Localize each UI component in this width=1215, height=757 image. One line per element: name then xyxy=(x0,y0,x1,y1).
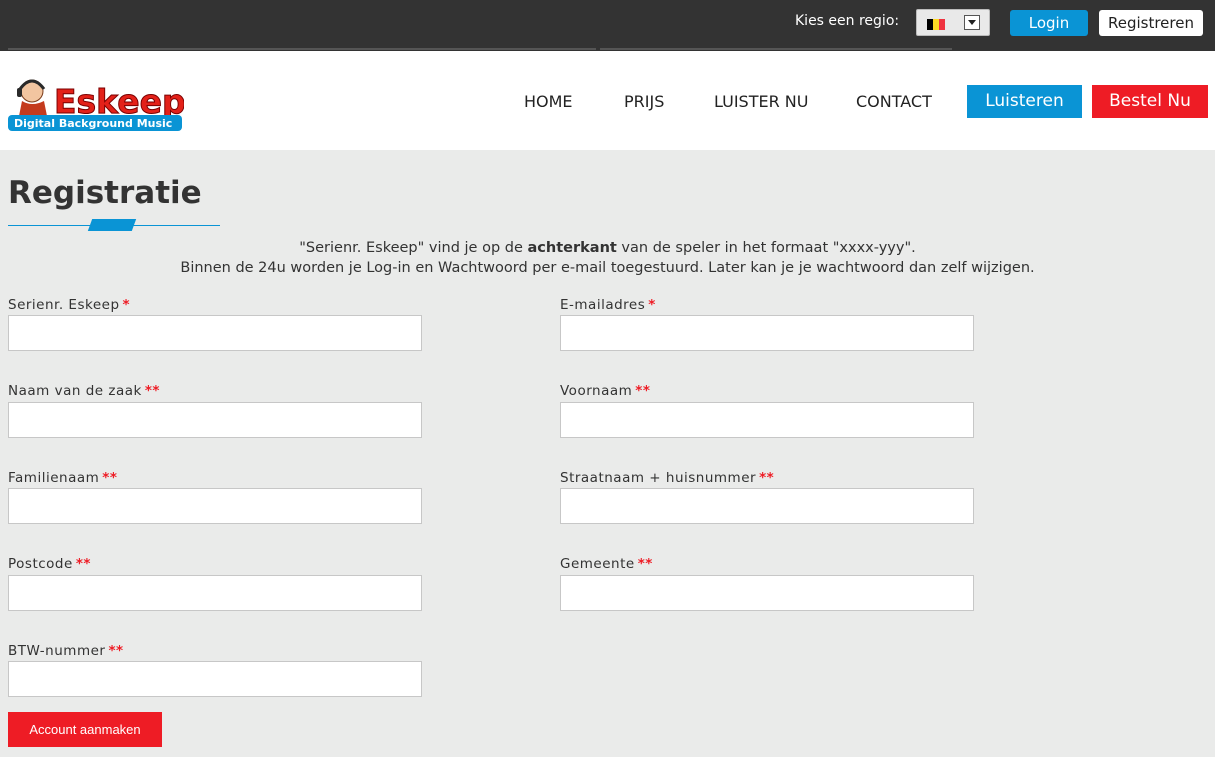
order-button[interactable]: Bestel Nu xyxy=(1092,85,1208,118)
email-label: E-mailadres * xyxy=(560,297,656,313)
nav-home[interactable]: HOME xyxy=(524,92,573,111)
chevron-down-icon[interactable] xyxy=(964,15,980,30)
top-bar: Kies een regio: Login Registreren xyxy=(0,0,1215,51)
nav-prijs[interactable]: PRIJS xyxy=(624,92,664,111)
topbar-divider-right xyxy=(600,48,952,50)
city-input[interactable] xyxy=(560,575,974,611)
intro-line-2: Binnen de 24u worden je Log-in en Wachtw… xyxy=(180,260,1035,276)
topbar-divider-left xyxy=(8,48,596,50)
last-name-input[interactable] xyxy=(8,488,422,524)
intro-bold: achterkant xyxy=(527,240,617,256)
street-input[interactable] xyxy=(560,488,974,524)
site-header: Eskeep Digital Background Music HOME PRI… xyxy=(0,51,1215,150)
postcode-input[interactable] xyxy=(8,575,422,611)
serial-input[interactable] xyxy=(8,315,422,351)
region-label: Kies een regio: xyxy=(795,13,900,29)
business-name-input[interactable] xyxy=(8,402,422,438)
last-name-label: Familienaam ** xyxy=(8,470,118,486)
postcode-label: Postcode ** xyxy=(8,556,91,572)
street-label: Straatnaam + huisnummer ** xyxy=(560,470,775,486)
login-button[interactable]: Login xyxy=(1010,10,1088,36)
vat-label: BTW-nummer ** xyxy=(8,643,124,659)
intro-line-1: "Serienr. Eskeep" vind je op de achterka… xyxy=(299,240,916,256)
vat-input[interactable] xyxy=(8,661,422,697)
first-name-label: Voornaam ** xyxy=(560,383,651,399)
svg-text:Digital Background Music: Digital Background Music xyxy=(14,117,172,130)
city-label: Gemeente ** xyxy=(560,556,653,572)
create-account-button[interactable]: Account aanmaken xyxy=(8,712,162,747)
belgium-flag-icon xyxy=(927,19,945,30)
nav-luister-nu[interactable]: LUISTER NU xyxy=(714,92,808,111)
register-button[interactable]: Registreren xyxy=(1099,10,1203,36)
page-title: Registratie xyxy=(8,175,202,211)
eskeep-logo[interactable]: Eskeep Digital Background Music xyxy=(8,71,186,133)
serial-label: Serienr. Eskeep * xyxy=(8,297,131,313)
email-input[interactable] xyxy=(560,315,974,351)
listen-button[interactable]: Luisteren xyxy=(967,85,1082,118)
first-name-input[interactable] xyxy=(560,402,974,438)
region-select[interactable] xyxy=(916,9,990,36)
title-accent xyxy=(87,219,137,231)
nav-contact[interactable]: CONTACT xyxy=(856,92,932,111)
business-name-label: Naam van de zaak ** xyxy=(8,383,160,399)
